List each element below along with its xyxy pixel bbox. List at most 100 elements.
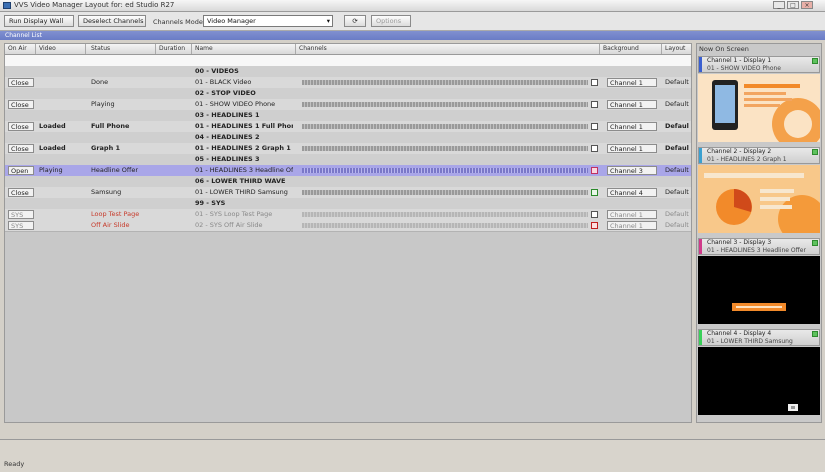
channel-strip [699,148,702,163]
name-cell: 01 - LOWER THIRD Samsung [195,188,293,197]
channel-strip [699,330,702,345]
deselect-channels-button[interactable]: Deselect Channels ▾ [78,15,146,27]
row-checkbox[interactable] [591,79,598,86]
layout-cell[interactable]: Default [665,122,689,131]
layout-cell[interactable]: Default [665,188,689,197]
on-air-button[interactable]: SYS [8,210,34,219]
channel-strip [699,57,702,72]
deselect-channels-label: Deselect Channels [83,17,143,25]
col-name[interactable]: Name [195,45,213,52]
status-cell: Playing [91,100,153,109]
on-air-button[interactable]: SYS [8,221,34,230]
card-header: Channel 1 - Display 1 01 - SHOW VIDEO Ph… [698,56,820,73]
col-status[interactable]: Status [91,45,110,52]
thumbnail-lower-third [698,347,820,415]
card-clip: 01 - HEADLINES 2 Graph 1 [707,156,787,163]
layout-cell[interactable]: Default [665,78,689,87]
section-tab[interactable]: Channel List [5,32,42,39]
section-header: Channel List [0,31,825,40]
row-checkbox[interactable] [591,101,598,108]
channel-select[interactable]: Channel 1 [607,78,657,87]
layout-cell[interactable]: Default [665,144,689,153]
channels-bar [302,102,588,107]
name-cell: 01 - SYS Loop Test Page [195,210,293,219]
status-indicator-icon [812,149,818,155]
on-air-button[interactable]: Close [8,78,34,87]
row-checkbox[interactable] [591,123,598,130]
card-clip: 01 - HEADLINES 3 Headline Offer [707,247,806,254]
layout-cell[interactable]: Default [665,166,689,175]
col-background[interactable]: Background [603,45,639,52]
channels-bar [302,168,588,173]
name-cell: 01 - HEADLINES 3 Headline Offer [195,166,293,175]
on-air-button[interactable]: Close [8,100,34,109]
channel-strip [699,239,702,254]
card-header: Channel 2 - Display 2 01 - HEADLINES 2 G… [698,147,820,164]
channel-select[interactable]: Channel 1 [607,144,657,153]
row-checkbox[interactable] [591,211,598,218]
channel-select[interactable]: Channel 4 [607,188,657,197]
group-name: 03 - HEADLINES 1 [195,111,315,120]
title-bar: VVS Video Manager Layout for: ed Studio … [0,0,825,12]
name-cell: 02 - SYS Off Air Slide [195,221,293,230]
status-text: Ready [4,460,24,468]
card-channel: Channel 1 - Display 1 [707,57,771,64]
channel-select[interactable]: Channel 3 [607,166,657,175]
card-channel: Channel 3 - Display 3 [707,239,771,246]
status-indicator-icon [812,331,818,337]
card-channel: Channel 2 - Display 2 [707,148,771,155]
options-button[interactable]: Options [371,15,411,27]
channel-select[interactable]: Channel 1 [607,100,657,109]
preview-panel: Now On Screen Channel 1 - Display 1 01 -… [696,43,822,423]
card-header: Channel 4 - Display 4 01 - LOWER THIRD S… [698,329,820,346]
name-cell: 01 - HEADLINES 1 Full Phone [195,122,293,131]
channels-mode-label: Channels Mode [153,18,203,26]
thumbnail-graph [698,165,820,233]
mode-combo-value: Video Manager [207,17,256,25]
row-checkbox[interactable] [591,222,598,229]
col-layout[interactable]: Layout [665,45,685,52]
channels-bar [302,212,588,217]
status-cell: Off Air Slide [91,221,153,230]
table-row[interactable]: SYS Off Air Slide 02 - SYS Off Air Slide Ch… [5,220,691,232]
status-cell: Samsung [91,188,153,197]
layout-cell[interactable]: Default [665,221,689,230]
minimize-button[interactable]: _ [773,1,785,9]
layout-cell[interactable]: Default [665,100,689,109]
channels-bar [302,80,588,85]
on-air-button[interactable]: Close [8,144,34,153]
grid-header: On Air Video Status Duration Name Channe… [5,44,691,55]
close-button[interactable]: × [801,1,813,9]
col-video[interactable]: Video [39,45,56,52]
status-cell: Done [91,78,153,87]
group-name: 05 - HEADLINES 3 [195,155,315,164]
name-cell: 01 - BLACK Video [195,78,293,87]
group-name: 04 - HEADLINES 2 [195,133,315,142]
group-name: 02 - STOP VIDEO [195,89,315,98]
on-air-button[interactable]: Close [8,122,34,131]
channel-select[interactable]: Channel 1 [607,122,657,131]
card-clip: 01 - LOWER THIRD Samsung [707,338,793,345]
channel-select[interactable]: Channel 1 [607,210,657,219]
channel-select[interactable]: Channel 1 [607,221,657,230]
name-cell: 01 - SHOW VIDEO Phone [195,100,293,109]
col-duration[interactable]: Duration [159,45,185,52]
on-air-button[interactable]: Open [8,166,34,175]
run-display-wall-button[interactable]: Run Display Wall [4,15,74,27]
maximize-button[interactable]: □ [787,1,799,9]
layout-cell[interactable]: Default [665,210,689,219]
row-checkbox[interactable] [591,145,598,152]
card-clip: 01 - SHOW VIDEO Phone [707,65,781,72]
row-checkbox[interactable] [591,189,598,196]
col-on-air[interactable]: On Air [8,45,27,52]
mode-combo[interactable]: Video Manager ▾ [203,15,333,27]
status-indicator-icon [812,240,818,246]
on-air-button[interactable]: Close [8,188,34,197]
window-title: VVS Video Manager Layout for: ed Studio … [14,1,174,9]
thumbnail-phone [698,74,820,142]
row-checkbox[interactable] [591,167,598,174]
card-header: Channel 3 - Display 3 01 - HEADLINES 3 H… [698,238,820,255]
chevron-down-icon: ▾ [327,16,330,26]
col-channels[interactable]: Channels [299,45,327,52]
refresh-icon[interactable]: ⟳ [344,15,366,27]
